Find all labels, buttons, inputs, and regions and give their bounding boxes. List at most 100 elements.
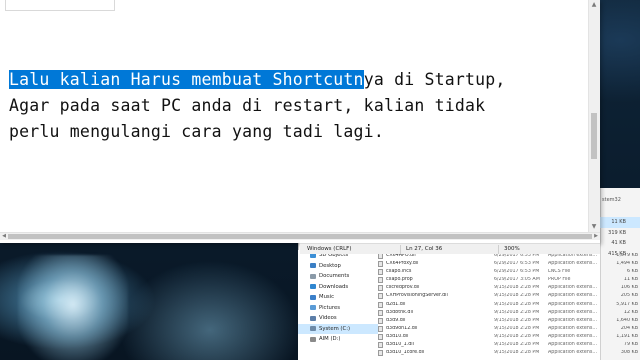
file-row[interactable]: CX64Proxy.dll 6/29/2017 6:53 PM Applicatio… — [378, 260, 640, 268]
file-row[interactable]: CXHProvisioningServer.dll 9/15/2018 2:28 … — [378, 292, 640, 300]
nav-item-label: Videos — [319, 315, 337, 322]
file-size: 1,494 KB — [616, 261, 638, 267]
file-size: 1,191 KB — [616, 333, 638, 339]
file-row[interactable]: d3d10_1core.dll 9/15/2018 2:28 PM Applicat… — [378, 349, 640, 357]
file-row[interactable]: d2d1.dll 9/15/2018 2:28 PM Application ext… — [378, 301, 640, 309]
status-zoom: 300% — [504, 246, 520, 252]
file-row[interactable]: cxapo.prop 6/29/2017 3:05 AM PROP File 11 K… — [378, 276, 640, 284]
videos-icon — [310, 315, 316, 321]
file-size-cell: 11 KB — [600, 217, 640, 228]
dll-file-icon — [378, 293, 383, 300]
dll-file-icon — [378, 333, 383, 340]
line-text: ya di Startup, — [363, 70, 506, 89]
file-size: 11 KB — [623, 277, 638, 283]
file-type: Application extens... — [548, 301, 597, 307]
file-size: 5,917 KB — [616, 301, 638, 307]
dll-file-icon — [378, 350, 383, 357]
file-type: Application extens... — [548, 342, 597, 348]
file-date: 9/15/2018 2:28 PM — [494, 342, 540, 348]
file-size: 106 KB — [620, 285, 638, 291]
file-size-cell: 319 KB — [608, 229, 626, 236]
file-name: cxapo.lncs — [386, 269, 412, 275]
file-row[interactable]: d3d9.dll 9/15/2018 2:28 PM Application ext… — [378, 317, 640, 325]
text-editor-area[interactable]: Lalu kalian Harus membuat Shortcutnya di… — [0, 14, 588, 232]
file-date: 6/29/2017 6:53 PM — [494, 261, 540, 267]
file-date: 9/15/2018 2:28 PM — [494, 317, 540, 323]
file-date: 6/29/2017 6:53 PM — [494, 269, 540, 275]
file-row[interactable]: d3d9on12.dll 9/15/2018 2:28 PM Application… — [378, 325, 640, 333]
file-size: 6 KB — [626, 269, 638, 275]
file-name: d3d8thk.dll — [386, 309, 414, 315]
nav-item-label: Desktop — [319, 262, 341, 269]
explorer-nav-pane: 3D Objects Desktop Documents Downloads Music… — [298, 250, 378, 360]
dll-file-icon — [378, 261, 383, 268]
explorer-path[interactable]: stem32 — [600, 195, 640, 205]
file-size: 308 KB — [620, 350, 638, 356]
file-name: cxapo.prop — [386, 277, 413, 283]
file-name: d3d10.dll — [386, 333, 409, 339]
file-type: Application extens... — [548, 350, 597, 356]
nav-item[interactable]: System (C:) — [298, 323, 378, 334]
status-divider — [400, 245, 401, 254]
file-name: d2d1.dll — [386, 301, 406, 307]
pictures-icon — [310, 305, 316, 311]
vertical-scroll-thumb[interactable] — [591, 113, 597, 159]
file-name: CX64Proxy.dll — [386, 261, 419, 267]
documents-icon — [310, 273, 316, 279]
drive-icon — [310, 336, 316, 342]
dll-file-icon — [378, 325, 383, 332]
scroll-left-icon[interactable]: ◀ — [0, 232, 8, 240]
file-type: Application extens... — [548, 325, 597, 331]
nav-item[interactable]: Documents — [298, 271, 378, 282]
file-type: Application extens... — [548, 309, 597, 315]
wallpaper-figure — [18, 255, 128, 360]
selected-text: Lalu kalian Harus membuat Shortcutn — [9, 70, 364, 89]
status-bar: Windows (CRLF) Ln 27, Col 36 300% — [300, 243, 600, 254]
file-row[interactable]: d3d10.dll 9/15/2018 2:28 PM Application ex… — [378, 333, 640, 341]
desktop-icon — [310, 263, 316, 269]
scroll-up-icon[interactable]: ▲ — [588, 0, 600, 10]
text-line-3: perlu mengulangi cara yang tadi lagi. — [9, 122, 384, 141]
drive-icon — [310, 326, 316, 332]
file-type: Application extens... — [548, 317, 597, 323]
file-size: 205 KB — [620, 293, 638, 299]
file-row[interactable]: d3d10_1.dll 9/15/2018 2:28 PM Application … — [378, 341, 640, 349]
dll-file-icon — [378, 269, 383, 276]
text-line-2: Agar pada saat PC anda di restart, kalia… — [9, 96, 485, 115]
file-size: 204 KB — [620, 325, 638, 331]
nav-item-label: System (C:) — [319, 325, 351, 332]
nav-item[interactable]: Pictures — [298, 303, 378, 314]
scroll-right-icon[interactable]: ▶ — [592, 232, 600, 240]
line-text: Agar pada saat PC anda di restart, kalia… — [9, 96, 486, 115]
scroll-down-icon[interactable]: ▼ — [588, 222, 600, 232]
file-name: cxcredprov.dll — [386, 285, 420, 291]
line-text: perlu mengulangi cara yang tadi lagi. — [9, 122, 384, 141]
file-row[interactable]: cxcredprov.dll 9/15/2018 2:28 PM Applicati… — [378, 284, 640, 292]
file-row[interactable]: d3d8thk.dll 9/15/2018 2:28 PM Application … — [378, 309, 640, 317]
title-field[interactable] — [5, 0, 115, 11]
nav-item-label: Pictures — [319, 304, 340, 311]
file-name: d3d9.dll — [386, 317, 406, 323]
file-date: 6/29/2017 3:05 AM — [494, 277, 540, 283]
file-date: 9/15/2018 2:28 PM — [494, 333, 540, 339]
file-size: 79 KB — [623, 342, 638, 348]
file-type: PROP File — [548, 277, 571, 283]
dll-file-icon — [378, 277, 383, 284]
dll-file-icon — [378, 309, 383, 316]
nav-item[interactable]: AIM (D:) — [298, 334, 378, 345]
nav-item[interactable]: Music — [298, 292, 378, 303]
nav-item-label: Documents — [319, 273, 350, 280]
file-row[interactable]: cxapo.lncs 6/29/2017 6:53 PM LNCS File 6 KB — [378, 268, 640, 276]
file-size: 12 KB — [623, 309, 638, 315]
nav-item-label: AIM (D:) — [319, 336, 341, 343]
dll-file-icon — [378, 317, 383, 324]
notepad-window: Lalu kalian Harus membuat Shortcutnya di… — [0, 0, 600, 243]
nav-item[interactable]: Downloads — [298, 282, 378, 293]
nav-item[interactable]: Videos — [298, 313, 378, 324]
nav-item[interactable]: Desktop — [298, 261, 378, 272]
nav-item-label: Downloads — [319, 283, 349, 290]
file-name: d3d10_1.dll — [386, 342, 414, 348]
horizontal-scroll-thumb[interactable] — [8, 234, 592, 239]
file-size-cell: 41 KB — [611, 240, 626, 246]
file-size: 1,640 KB — [616, 317, 638, 323]
